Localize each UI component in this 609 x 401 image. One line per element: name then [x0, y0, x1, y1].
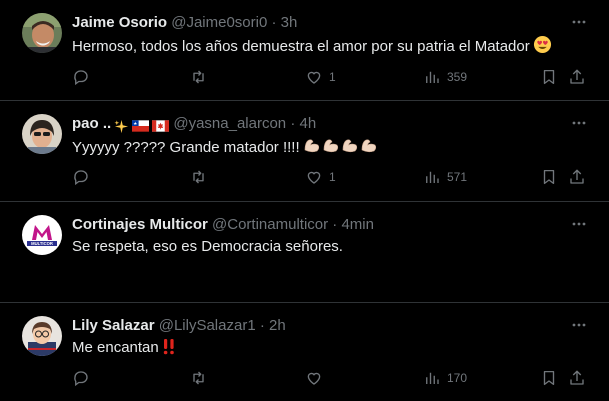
tweet-text: Hermoso, todos los años demuestra el amo… [72, 35, 589, 60]
canada-flag-icon [152, 120, 170, 132]
tweet-header: Cortinajes Multicor @Cortinamulticor · 4… [72, 215, 569, 235]
avatar[interactable] [22, 114, 62, 154]
tweet-text: Yyyyyy ????? Grande matador !!!! [72, 136, 589, 161]
more-options-icon[interactable] [571, 317, 587, 333]
like-count: 1 [329, 70, 336, 84]
views-button[interactable]: 571 [423, 167, 467, 187]
tweet[interactable]: Jaime Osorio @Jaime0sori0 · 3h Hermoso, … [0, 0, 609, 101]
retweet-icon [193, 70, 204, 84]
tweet[interactable]: MULTICOR Cortinajes Multicor @Cortinamul… [0, 202, 609, 303]
tweet-text-body: Hermoso, todos los años demuestra el amo… [72, 38, 530, 55]
view-count: 571 [447, 170, 468, 184]
view-count: 359 [447, 70, 468, 84]
timestamp[interactable]: 4min [341, 216, 374, 233]
share-icon [570, 69, 584, 84]
bookmark-icon [543, 370, 555, 386]
tweet-text-body: Yyyyyy ????? Grande matador !!!! [72, 139, 300, 156]
reply-button[interactable] [72, 368, 90, 388]
tweet-feed: Jaime Osorio @Jaime0sori0 · 3h Hermoso, … [0, 0, 609, 401]
author-handle[interactable]: @Cortinamulticor [212, 216, 328, 233]
flexed-biceps-emoji-icon [303, 136, 379, 161]
tweet-header: pao .. @yasna_alarcon · 4h [72, 114, 569, 136]
author-name[interactable]: Cortinajes Multicor [72, 216, 208, 233]
view-count: 170 [447, 371, 468, 385]
author-name[interactable]: Lily Salazar [72, 317, 155, 334]
bookmark-button[interactable] [540, 167, 558, 187]
retweet-button[interactable] [189, 67, 208, 87]
tweet-text: Se respeta, eso es Democracia señores. [72, 237, 589, 257]
tweet-actions: 1 359 [72, 67, 589, 87]
bookmark-icon [543, 69, 555, 85]
retweet-icon [193, 170, 204, 184]
avatar-logo-text: MULTICOR [31, 241, 53, 246]
name-emojis [111, 116, 170, 136]
avatar[interactable] [22, 316, 62, 356]
share-button[interactable] [568, 67, 586, 87]
heart-icon [307, 372, 321, 385]
author-name[interactable]: pao .. [72, 115, 111, 132]
share-button[interactable] [568, 167, 586, 187]
retweet-icon [193, 371, 204, 385]
more-options-icon[interactable] [571, 14, 587, 30]
tweet-actions: 170 [72, 368, 589, 388]
like-count: 1 [329, 170, 336, 184]
retweet-button[interactable] [189, 167, 208, 187]
separator-dot: · [332, 216, 338, 233]
tweet-header: Lily Salazar @LilySalazar1 · 2h [72, 316, 569, 336]
reply-icon [74, 70, 88, 86]
timestamp[interactable]: 4h [299, 115, 316, 132]
heart-eyes-emoji-icon [533, 35, 552, 60]
retweet-button[interactable] [189, 368, 208, 388]
author-name[interactable]: Jaime Osorio [72, 14, 167, 31]
like-button[interactable]: 1 [305, 67, 336, 87]
timestamp[interactable]: 2h [269, 317, 286, 334]
tweet[interactable]: Lily Salazar @LilySalazar1 · 2h Me encan… [0, 303, 609, 401]
author-handle[interactable]: @Jaime0sori0 [171, 14, 267, 31]
tweet-header: Jaime Osorio @Jaime0sori0 · 3h [72, 13, 569, 33]
views-button[interactable]: 170 [423, 368, 467, 388]
reply-icon [74, 170, 88, 186]
reply-button[interactable] [72, 167, 90, 187]
reply-button[interactable] [72, 67, 90, 87]
double-exclamation-icon [162, 338, 176, 361]
author-handle[interactable]: @yasna_alarcon [173, 115, 286, 132]
bar-chart-icon [426, 171, 439, 183]
tweet-actions: 1 571 [72, 167, 589, 187]
tweet[interactable]: pao .. @yasna_alarcon · 4h Yyyyyy ????? … [0, 101, 609, 202]
bar-chart-icon [426, 71, 439, 83]
bar-chart-icon [426, 372, 439, 384]
heart-icon [307, 171, 321, 184]
tweet-text-body: Se respeta, eso es Democracia señores. [72, 238, 343, 255]
like-button[interactable]: 1 [305, 167, 336, 187]
share-icon [570, 169, 584, 184]
bookmark-button[interactable] [540, 67, 558, 87]
separator-dot: · [271, 14, 277, 31]
tweet-text-body: Me encantan [72, 339, 159, 356]
sparkles-icon [114, 119, 129, 133]
chile-flag-icon [132, 120, 150, 132]
bookmark-icon [543, 169, 555, 185]
separator-dot: · [290, 115, 296, 132]
more-options-icon[interactable] [571, 216, 587, 232]
share-button[interactable] [568, 368, 586, 388]
like-button[interactable] [305, 368, 323, 388]
more-options-icon[interactable] [571, 115, 587, 131]
tweet-text: Me encantan [72, 338, 589, 361]
reply-icon [74, 371, 88, 387]
heart-icon [307, 71, 321, 84]
separator-dot: · [259, 317, 265, 334]
avatar[interactable]: MULTICOR [22, 215, 62, 255]
views-button[interactable]: 359 [423, 67, 467, 87]
timestamp[interactable]: 3h [281, 14, 298, 31]
avatar[interactable] [22, 13, 62, 53]
bookmark-button[interactable] [540, 368, 558, 388]
author-handle[interactable]: @LilySalazar1 [159, 317, 256, 334]
share-icon [570, 370, 584, 385]
